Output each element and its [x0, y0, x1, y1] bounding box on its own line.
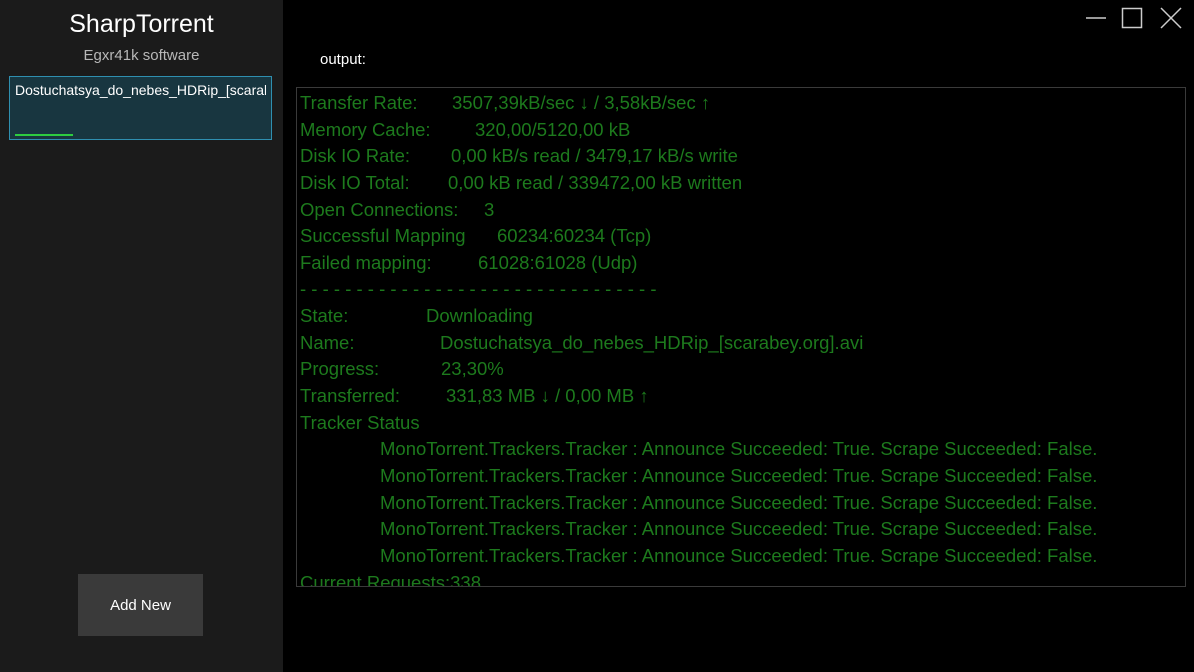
output-line: Name: Dostuchatsya_do_nebes_HDRip_[scarab… — [300, 330, 1180, 357]
torrent-progress-fill — [15, 134, 74, 136]
output-line-value: Dostuchatsya_do_nebes_HDRip_[scarabey.or… — [440, 331, 864, 353]
output-line-key: Transferred: — [300, 385, 401, 407]
app-title: SharpTorrent — [69, 10, 214, 38]
torrent-list-item[interactable]: Dostuchatsya_do_nebes_HDRip_[scarabey.or… — [9, 76, 272, 140]
output-line-value: 320,00/5120,00 kB — [475, 118, 631, 140]
output-line-key: Disk IO Total: — [300, 171, 410, 193]
output-line-key: Failed mapping: — [300, 251, 432, 273]
output-lines: Transfer Rate: 3507,39kB/sec ↓ / 3,58kB/s… — [300, 90, 1180, 587]
output-line: Progress: 23,30% — [300, 356, 1180, 383]
add-new-button[interactable]: Add New — [78, 574, 203, 636]
output-line-value: MonoTorrent.Trackers.Tracker : Announce … — [380, 491, 1098, 513]
output-line-value: 0,00 kB read / 339472,00 kB written — [448, 171, 743, 193]
output-line-key: State: — [300, 305, 349, 327]
output-line-key: Successful Mapping — [300, 225, 466, 247]
output-line-value: MonoTorrent.Trackers.Tracker : Announce … — [380, 464, 1098, 486]
output-line-key: Name: — [300, 331, 355, 353]
maximize-icon — [1121, 7, 1143, 29]
output-line: State: Downloading — [300, 303, 1180, 330]
output-line-key: Progress: — [300, 358, 380, 380]
output-line-key: Tracker Status — [300, 411, 420, 433]
output-line-key: Open Connections: — [300, 198, 459, 220]
output-line: MonoTorrent.Trackers.Tracker : Announce … — [300, 436, 1180, 463]
output-line: MonoTorrent.Trackers.Tracker : Announce … — [300, 516, 1180, 543]
output-line: Failed mapping: 61028:61028 (Udp) — [300, 250, 1180, 277]
output-label: output: — [320, 51, 366, 68]
output-console[interactable]: Transfer Rate: 3507,39kB/sec ↓ / 3,58kB/s… — [296, 87, 1186, 587]
output-line-key: - - - - - - - - - - - - - - - - - - - - … — [300, 278, 657, 300]
minimize-icon — [1086, 17, 1106, 19]
output-line: - - - - - - - - - - - - - - - - - - - - … — [300, 276, 1180, 303]
output-line: Current Requests:338 — [300, 570, 1180, 587]
torrent-progress-bar — [15, 134, 266, 136]
output-line-value: 23,30% — [441, 358, 504, 380]
app-window: SharpTorrent Egxr41k software Dostuchats… — [0, 0, 1194, 672]
output-line: Open Connections: 3 — [300, 197, 1180, 224]
output-line-value: 3507,39kB/sec ↓ / 3,58kB/sec ↑ — [452, 92, 711, 113]
close-button[interactable] — [1158, 6, 1184, 30]
output-line: Tracker Status — [300, 410, 1180, 437]
output-line-key: Disk IO Rate: — [300, 145, 410, 167]
output-line: Successful Mapping 60234:60234 (Tcp) — [300, 223, 1180, 250]
maximize-button[interactable] — [1120, 6, 1146, 30]
output-line: Memory Cache: 320,00/5120,00 kB — [300, 117, 1180, 144]
output-line-value: MonoTorrent.Trackers.Tracker : Announce … — [380, 518, 1098, 540]
output-line-value: 3 — [484, 198, 495, 220]
output-line-value: MonoTorrent.Trackers.Tracker : Announce … — [380, 544, 1098, 566]
output-line-value: 338 — [450, 571, 481, 587]
window-controls — [1084, 0, 1194, 36]
app-subtitle: Egxr41k software — [83, 47, 200, 64]
output-line: MonoTorrent.Trackers.Tracker : Announce … — [300, 463, 1180, 490]
output-line-key: Current Requests: — [300, 571, 451, 587]
output-line: MonoTorrent.Trackers.Tracker : Announce … — [300, 490, 1180, 517]
output-line-value: 60234:60234 (Tcp) — [497, 225, 652, 247]
output-line-value: 331,83 MB ↓ / 0,00 MB ↑ — [446, 385, 649, 407]
output-line-key: Transfer Rate: — [300, 92, 418, 113]
output-line-value: 61028:61028 (Udp) — [478, 251, 638, 273]
output-line: Disk IO Rate: 0,00 kB/s read / 3479,17 kB… — [300, 143, 1180, 170]
output-line-value: MonoTorrent.Trackers.Tracker : Announce … — [380, 438, 1098, 460]
close-icon — [1160, 7, 1182, 29]
torrent-name: Dostuchatsya_do_nebes_HDRip_[scarabey.or… — [15, 82, 266, 98]
output-line: MonoTorrent.Trackers.Tracker : Announce … — [300, 543, 1180, 570]
output-line-value: 0,00 kB/s read / 3479,17 kB/s write — [451, 145, 738, 167]
output-line-value: Downloading — [426, 305, 533, 327]
output-line: Transferred: 331,83 MB ↓ / 0,00 MB ↑ — [300, 383, 1180, 410]
sidebar: SharpTorrent Egxr41k software Dostuchats… — [0, 0, 283, 672]
output-line: Transfer Rate: 3507,39kB/sec ↓ / 3,58kB/s… — [300, 90, 1180, 117]
minimize-button[interactable] — [1084, 6, 1110, 30]
output-line: Disk IO Total: 0,00 kB read / 339472,00 k… — [300, 170, 1180, 197]
output-line-key: Memory Cache: — [300, 118, 431, 140]
